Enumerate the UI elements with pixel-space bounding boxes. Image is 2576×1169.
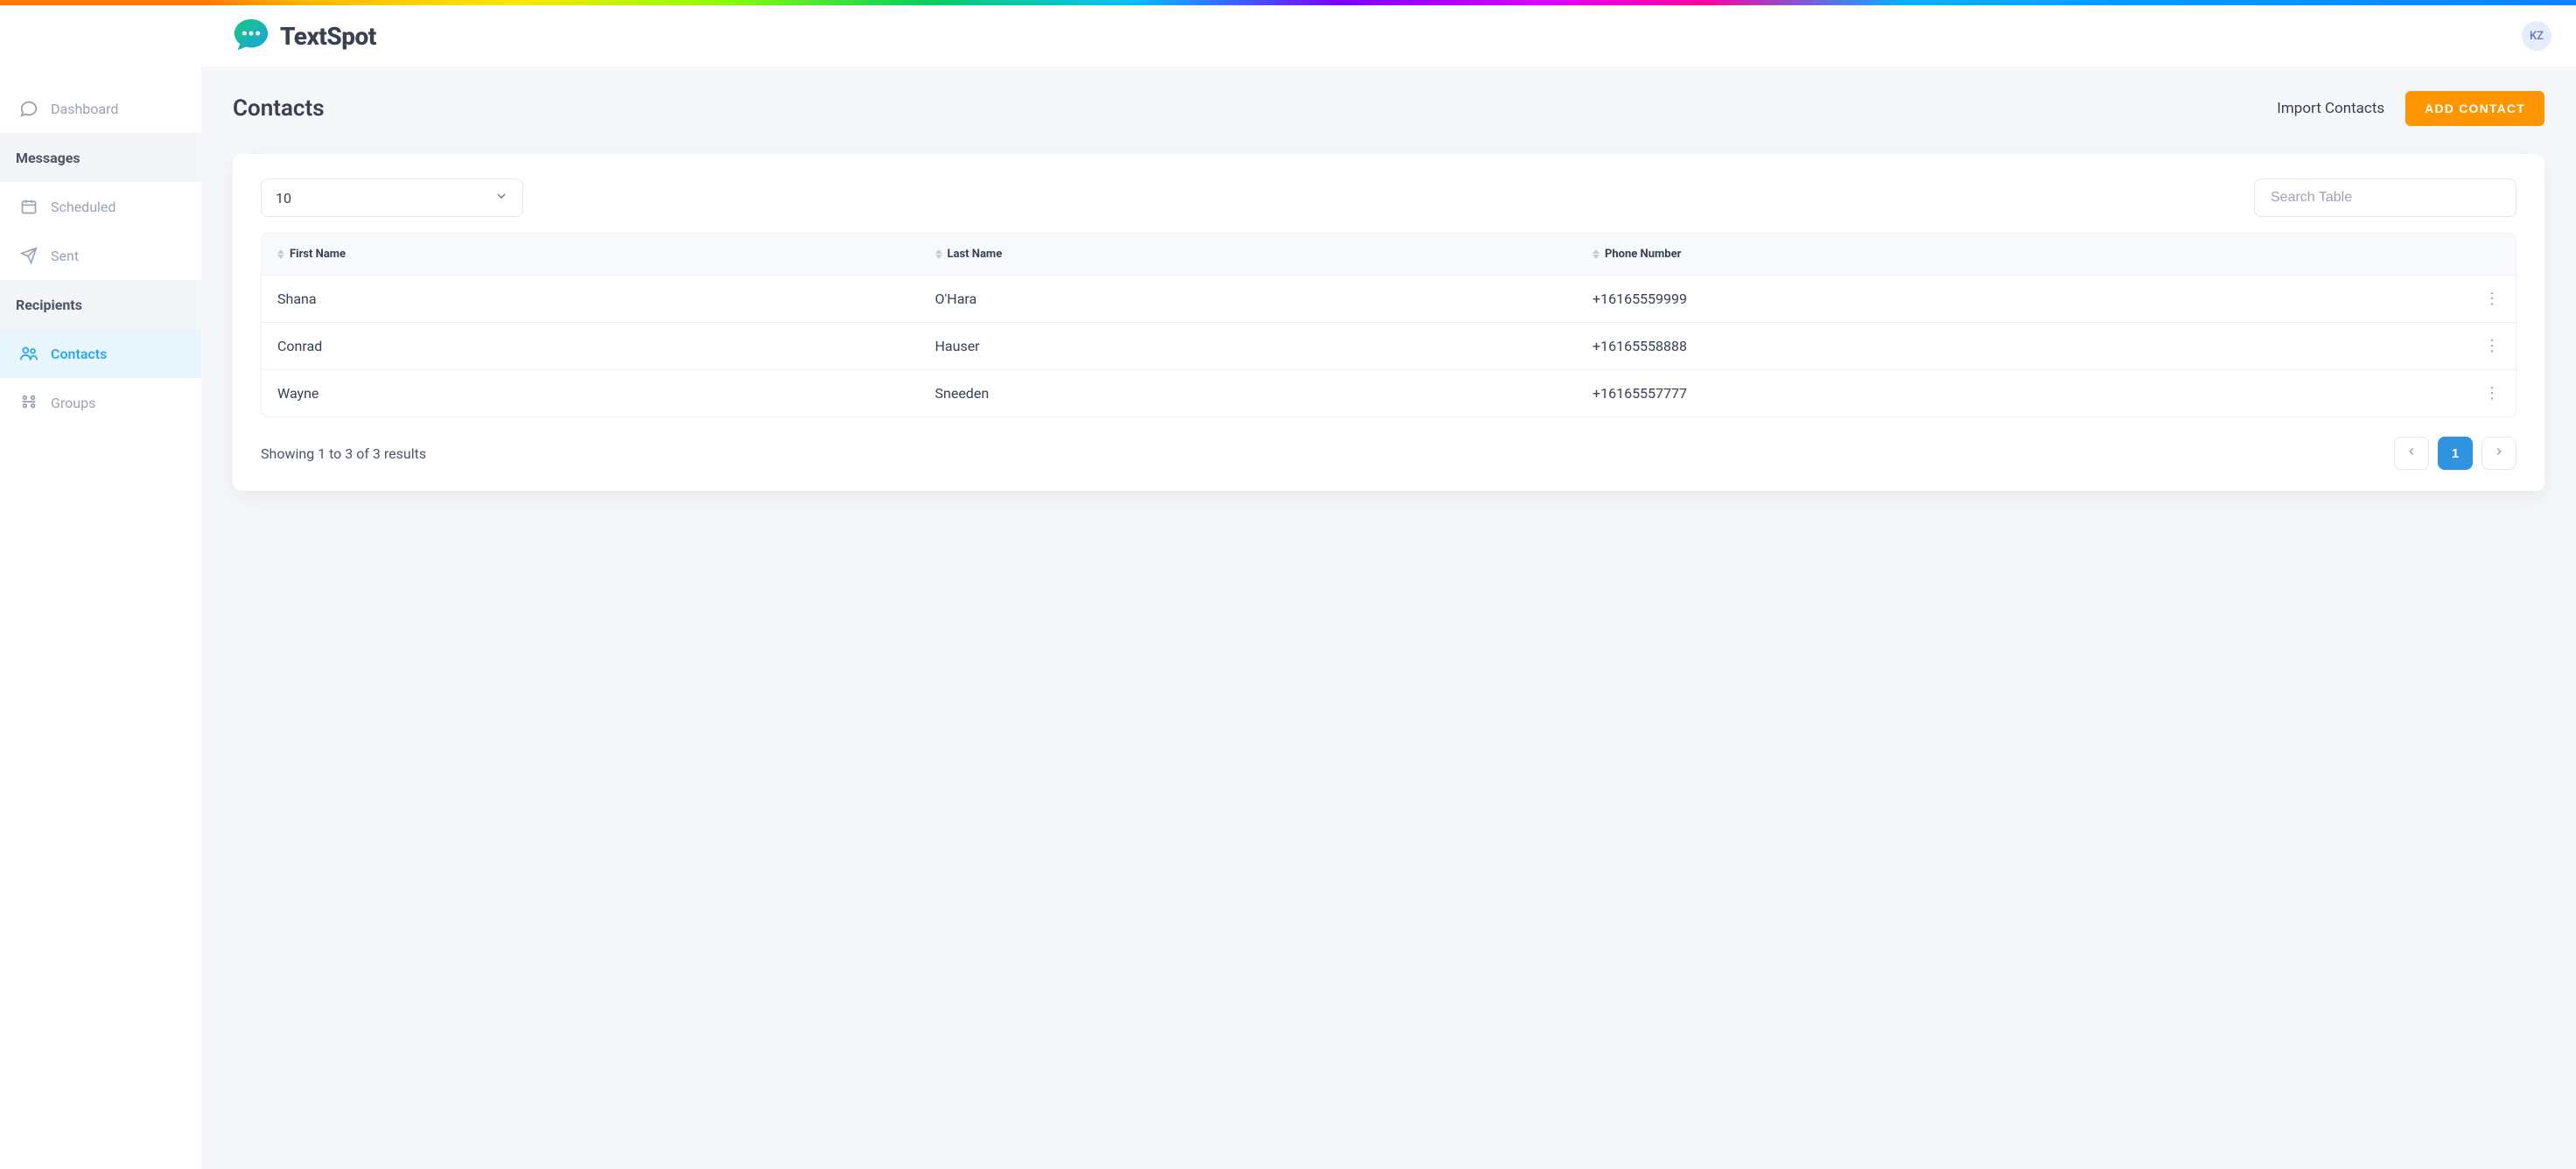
main-content: Contacts Import Contacts ADD CONTACT 10: [201, 66, 2576, 1169]
cell-last-name: O'Hara: [935, 290, 1593, 307]
col-phone[interactable]: Phone Number: [1592, 248, 2447, 261]
sidebar-item-dashboard[interactable]: Dashboard: [0, 84, 201, 133]
cell-first-name: Conrad: [277, 338, 935, 354]
table-row: Conrad Hauser +16165558888 ⋮: [262, 322, 2516, 369]
add-contact-button[interactable]: ADD CONTACT: [2405, 91, 2544, 126]
sidebar-item-scheduled[interactable]: Scheduled: [0, 182, 201, 231]
sidebar-item-groups[interactable]: Groups: [0, 378, 201, 427]
brand-name: TextSpot: [280, 22, 376, 51]
user-initials: KZ: [2530, 30, 2544, 43]
table-search-input[interactable]: [2254, 178, 2516, 217]
row-actions-menu[interactable]: ⋮: [2447, 337, 2500, 355]
table-row: Wayne Sneeden +16165557777 ⋮: [262, 369, 2516, 416]
pager-next[interactable]: [2482, 437, 2516, 470]
group-icon: [19, 393, 38, 412]
page-title: Contacts: [233, 95, 325, 122]
cell-first-name: Shana: [277, 290, 935, 307]
sidebar-item-label: Scheduled: [51, 199, 116, 215]
sort-icon: [935, 249, 942, 259]
people-icon: [19, 344, 38, 363]
row-actions-menu[interactable]: ⋮: [2447, 384, 2500, 402]
page-size-select[interactable]: 10: [261, 178, 523, 217]
user-avatar[interactable]: KZ: [2522, 21, 2552, 51]
pager-page-1[interactable]: 1: [2438, 437, 2473, 470]
contacts-card: 10 First Name: [233, 154, 2544, 491]
sidebar-item-label: Contacts: [51, 346, 107, 362]
sidebar: Dashboard Messages Scheduled Sent R: [0, 66, 201, 1169]
pager-prev[interactable]: [2394, 437, 2429, 470]
results-summary: Showing 1 to 3 of 3 results: [261, 445, 426, 462]
table-row: Shana O'Hara +16165559999 ⋮: [262, 275, 2516, 322]
cell-last-name: Sneeden: [935, 385, 1593, 402]
sidebar-heading-recipients: Recipients: [0, 280, 201, 329]
kebab-icon: ⋮: [2484, 384, 2500, 402]
row-actions-menu[interactable]: ⋮: [2447, 290, 2500, 308]
cell-last-name: Hauser: [935, 338, 1593, 354]
table-header-row: First Name Last Name: [262, 234, 2516, 275]
sort-icon: [277, 249, 284, 259]
col-last-name[interactable]: Last Name: [935, 248, 1593, 261]
cell-phone: +16165559999: [1592, 290, 2447, 307]
kebab-icon: ⋮: [2484, 290, 2500, 308]
chat-bubble-icon: [231, 16, 271, 56]
cell-phone: +16165557777: [1592, 385, 2447, 402]
sidebar-item-contacts[interactable]: Contacts: [0, 329, 201, 378]
page-size-value: 10: [276, 190, 291, 206]
sidebar-item-sent[interactable]: Sent: [0, 231, 201, 280]
sidebar-item-label: Sent: [51, 248, 79, 264]
chevron-right-icon: [2493, 445, 2505, 461]
topbar: TextSpot KZ: [0, 5, 2576, 66]
import-contacts-link[interactable]: Import Contacts: [2277, 100, 2384, 117]
cell-phone: +16165558888: [1592, 338, 2447, 354]
sort-icon: [1592, 249, 1600, 259]
paper-plane-icon: [19, 246, 38, 265]
sidebar-item-label: Dashboard: [51, 101, 118, 117]
sidebar-heading-messages: Messages: [0, 133, 201, 182]
contacts-table: First Name Last Name: [261, 233, 2516, 417]
calendar-icon: [19, 197, 38, 216]
chevron-left-icon: [2405, 445, 2418, 461]
cell-first-name: Wayne: [277, 385, 935, 402]
sidebar-item-label: Groups: [51, 395, 95, 411]
chat-outline-icon: [19, 99, 38, 118]
col-first-name[interactable]: First Name: [277, 248, 935, 261]
pagination: 1: [2394, 437, 2516, 470]
brand-logo[interactable]: TextSpot: [231, 16, 376, 56]
kebab-icon: ⋮: [2484, 337, 2500, 355]
chevron-down-icon: [494, 189, 508, 206]
